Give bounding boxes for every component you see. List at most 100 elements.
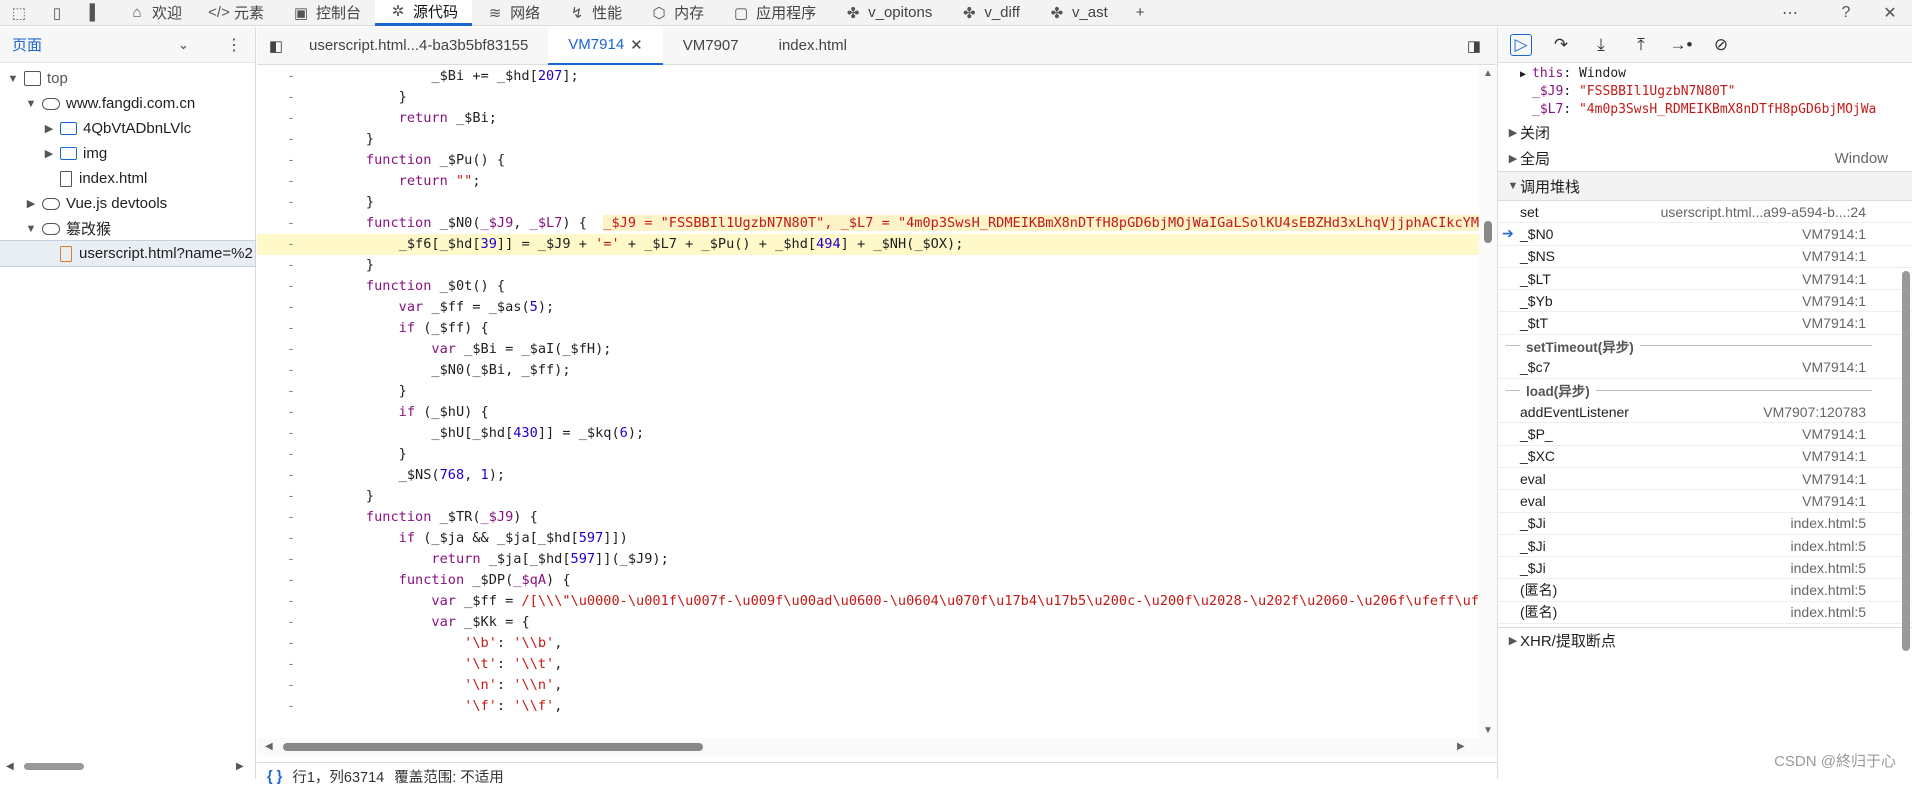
callstack-frame[interactable]: ➔ _$N0 VM7914:1	[1498, 223, 1912, 246]
callstack-frame[interactable]: (匿名) index.html:5	[1498, 579, 1912, 602]
code-view[interactable]: - _$Bi += _$hd[207]; - } - return _$Bi; - }…	[257, 66, 1479, 738]
code-line[interactable]: - var _$ff = _$as(5);	[257, 297, 1479, 318]
code-line[interactable]: - '\b': '\\b',	[257, 633, 1479, 654]
code-line[interactable]: - _$Bi += _$hd[207];	[257, 66, 1479, 87]
code-line[interactable]: - if (_$hU) {	[257, 402, 1479, 423]
code-line[interactable]: - _$hU[_$hd[430]] = _$kq(6);	[257, 423, 1479, 444]
code-line[interactable]: - _$f6[_$hd[39]] = _$J9 + '=' + _$L7 + _…	[257, 234, 1479, 255]
code-line[interactable]: - function _$0t() {	[257, 276, 1479, 297]
code-vscrollbar[interactable]: ▲ ▼	[1479, 66, 1497, 738]
callstack-frame[interactable]: _$c7 VM7914:1	[1498, 357, 1912, 380]
callstack-frame[interactable]: _$P_ VM7914:1	[1498, 423, 1912, 446]
code-line[interactable]: - if (_$ff) {	[257, 318, 1479, 339]
inspect-icon[interactable]: ⬚	[0, 0, 38, 26]
callstack-frame[interactable]: _$Ji index.html:5	[1498, 535, 1912, 558]
code-line[interactable]: - }	[257, 129, 1479, 150]
tree-item[interactable]: ▼ top	[0, 66, 255, 91]
line-gutter[interactable]: -	[257, 171, 307, 192]
frame-location[interactable]: VM7914:1	[1802, 293, 1866, 309]
tab-6[interactable]: ↯ 性能	[554, 0, 636, 26]
code-line[interactable]: - function _$N0(_$J9, _$L7) { _$J9 = "FS…	[257, 213, 1479, 234]
tab-9[interactable]: ✤ v_opitons	[830, 0, 946, 26]
line-gutter[interactable]: -	[257, 66, 307, 87]
triangle-down-icon[interactable]: ▼	[6, 72, 20, 86]
line-gutter[interactable]: -	[257, 612, 307, 633]
tree-item[interactable]: index.html	[0, 166, 255, 191]
code-line[interactable]: - var _$Bi = _$aI(_$fH);	[257, 339, 1479, 360]
code-line[interactable]: - }	[257, 444, 1479, 465]
frame-location[interactable]: index.html:5	[1791, 538, 1866, 554]
callstack-frame[interactable]: addEventListener VM7907:120783	[1498, 401, 1912, 424]
scope-global[interactable]: ▶ 全局 Window	[1498, 145, 1912, 171]
triangle-right-icon[interactable]: ▶	[42, 147, 56, 161]
scope-closure[interactable]: ▶ 关闭	[1498, 119, 1912, 145]
code-line[interactable]: - }	[257, 255, 1479, 276]
code-line[interactable]: - return _$Bi;	[257, 108, 1479, 129]
frame-location[interactable]: VM7914:1	[1802, 359, 1866, 375]
line-gutter[interactable]: -	[257, 108, 307, 129]
deactivate-breakpoints-icon[interactable]: ⊘	[1710, 34, 1732, 56]
line-gutter[interactable]: -	[257, 360, 307, 381]
callstack-frame[interactable]: set userscript.html...a99-a594-b...:24	[1498, 201, 1912, 224]
more-icon[interactable]: ⋯	[1780, 3, 1800, 23]
scroll-right-icon[interactable]: ▶	[236, 761, 244, 772]
tree-item[interactable]: ▼ 篡改猴	[0, 216, 255, 241]
code-line[interactable]: - var _$ff = /[\\\"\u0000-\u001f\u007f-\…	[257, 591, 1479, 612]
add-tab-button[interactable]: +	[1122, 0, 1159, 26]
line-gutter[interactable]: -	[257, 507, 307, 528]
debugger-scrollbar[interactable]	[1902, 271, 1910, 651]
frame-location[interactable]: userscript.html...a99-a594-b...:24	[1661, 204, 1866, 220]
frame-location[interactable]: VM7914:1	[1802, 426, 1866, 442]
line-gutter[interactable]: -	[257, 87, 307, 108]
code-line[interactable]: - }	[257, 192, 1479, 213]
code-line[interactable]: - }	[257, 87, 1479, 108]
callstack-frame[interactable]: _$Ji index.html:5	[1498, 513, 1912, 535]
frame-location[interactable]: VM7914:1	[1802, 248, 1866, 264]
editor-tab[interactable]: VM7907	[663, 27, 759, 65]
tab-1[interactable]: ⌂ 欢迎	[114, 0, 196, 26]
line-gutter[interactable]: -	[257, 192, 307, 213]
toggle-navigator-icon[interactable]: ◧	[263, 27, 289, 65]
line-gutter[interactable]: -	[257, 633, 307, 654]
close-tab-icon[interactable]: ✕	[630, 36, 643, 54]
line-gutter[interactable]: -	[257, 381, 307, 402]
xhr-breakpoints-header[interactable]: ▶ XHR/提取断点	[1498, 627, 1912, 653]
line-gutter[interactable]: -	[257, 444, 307, 465]
callstack-frame[interactable]: _$Yb VM7914:1	[1498, 290, 1912, 313]
frame-location[interactable]: VM7914:1	[1802, 493, 1866, 509]
line-gutter[interactable]: -	[257, 297, 307, 318]
scroll-thumb[interactable]	[24, 763, 84, 770]
tree-item[interactable]: ▶ img	[0, 141, 255, 166]
callstack-header[interactable]: ▼ 调用堆栈	[1498, 171, 1912, 201]
line-gutter[interactable]: -	[257, 486, 307, 507]
scope-variable[interactable]: _$L7: "4m0p3SwsH_RDMEIKBmX8nDTfH8pGD6bjM…	[1498, 101, 1912, 119]
frame-location[interactable]: VM7914:1	[1802, 471, 1866, 487]
help-icon[interactable]: ?	[1836, 3, 1856, 23]
code-line[interactable]: - '\f': '\\f',	[257, 696, 1479, 717]
line-gutter[interactable]: -	[257, 675, 307, 696]
code-line[interactable]: - _$N0(_$Bi, _$ff);	[257, 360, 1479, 381]
tab-5[interactable]: ≋ 网络	[472, 0, 554, 26]
resume-icon[interactable]: ▷	[1510, 33, 1532, 56]
tab-8[interactable]: ▢ 应用程序	[718, 0, 830, 26]
line-gutter[interactable]: -	[257, 150, 307, 171]
kebab-menu-icon[interactable]: ⋮	[226, 35, 242, 55]
line-gutter[interactable]: -	[257, 234, 307, 255]
line-gutter[interactable]: -	[257, 570, 307, 591]
line-gutter[interactable]: -	[257, 402, 307, 423]
frame-location[interactable]: index.html:5	[1791, 515, 1866, 531]
frame-location[interactable]: index.html:5	[1791, 582, 1866, 598]
callstack-frame[interactable]: _$NS VM7914:1	[1498, 246, 1912, 268]
line-gutter[interactable]: -	[257, 339, 307, 360]
tab-4[interactable]: ✲ 源代码	[375, 0, 473, 26]
line-gutter[interactable]: -	[257, 255, 307, 276]
device-toggle-icon[interactable]: ▯	[38, 0, 76, 26]
editor-tab[interactable]: index.html	[759, 27, 867, 65]
frame-location[interactable]: VM7907:120783	[1763, 404, 1866, 420]
line-gutter[interactable]: -	[257, 654, 307, 675]
step-icon[interactable]: →•	[1670, 34, 1693, 56]
scope-variable[interactable]: _$J9: "FSSBBIl1UgzbN7N80T"	[1498, 83, 1912, 101]
editor-tab[interactable]: userscript.html...4-ba3b5bf83155	[289, 27, 548, 65]
frame-location[interactable]: VM7914:1	[1802, 315, 1866, 331]
frame-location[interactable]: VM7914:1	[1802, 226, 1866, 242]
